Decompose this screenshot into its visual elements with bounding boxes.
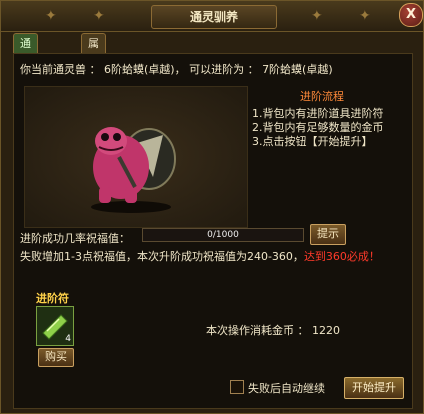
title-bar[interactable]: ✦ ✦ 通灵驯养 ✦ ✦ X: [1, 1, 423, 32]
advance-step: 1.背包内有进阶道具进阶符: [252, 107, 384, 120]
bless-progress-bar: 0/1000: [142, 228, 304, 242]
close-button[interactable]: X: [399, 3, 423, 27]
tab-attribute[interactable]: 属性提升: [81, 33, 106, 107]
item-slot[interactable]: 4: [36, 306, 74, 346]
auto-continue-checkbox[interactable]: [230, 380, 244, 394]
advance-step: 2.背包内有足够数量的金币: [252, 121, 384, 134]
train-window: ✦ ✦ 通灵驯养 ✦ ✦ X 通灵进阶 属性提升 你当前通灵兽 ： 6阶蛤蟆(卓…: [0, 0, 424, 414]
summary-text: 你当前通灵兽 ： 6阶蛤蟆(卓越)， 可以进阶为 ： 7阶蛤蟆(卓越): [20, 63, 333, 76]
window-title: 通灵驯养: [151, 5, 277, 29]
tab-advance[interactable]: 通灵进阶: [13, 33, 38, 107]
start-button[interactable]: 开始提升: [344, 377, 404, 399]
fail-note-text: 失败增加1-3点祝福值，本次升阶成功祝福值为240-360，: [20, 250, 304, 263]
content-panel: 你当前通灵兽 ： 6阶蛤蟆(卓越)， 可以进阶为 ： 7阶蛤蟆(卓越) 进阶流程…: [13, 53, 413, 409]
gold-cost: 本次操作消耗金币 ： 1220: [206, 324, 340, 337]
advance-flow-title: 进阶流程: [300, 90, 344, 103]
item-count: 4: [65, 334, 71, 344]
advance-flow: 进阶流程 1.背包内有进阶道具进阶符 2.背包内有足够数量的金币 3.点击按钮【…: [252, 88, 412, 149]
tip-button[interactable]: 提示: [310, 224, 346, 245]
advance-step: 3.点击按钮【开始提升】: [252, 135, 373, 148]
pet-preview: [24, 86, 248, 228]
bless-label: 进阶成功几率祝福值：: [20, 232, 130, 245]
bless-progress-text: 0/1000: [207, 230, 239, 240]
fail-note-highlight: 达到360必成！: [303, 250, 380, 263]
item-name: 进阶符: [36, 292, 69, 305]
toad-pet-image: [91, 127, 176, 213]
ornament-right-icon: ✦: [311, 8, 323, 24]
ornament-left-icon: ✦: [45, 8, 57, 24]
auto-continue-label: 失败后自动继续: [248, 382, 325, 395]
ornament-left-icon: ✦: [93, 8, 105, 24]
fail-note: 失败增加1-3点祝福值，本次升阶成功祝福值为240-360，达到360必成！: [20, 248, 380, 264]
ornament-right-icon: ✦: [359, 8, 371, 24]
buy-button[interactable]: 购买: [38, 348, 74, 367]
